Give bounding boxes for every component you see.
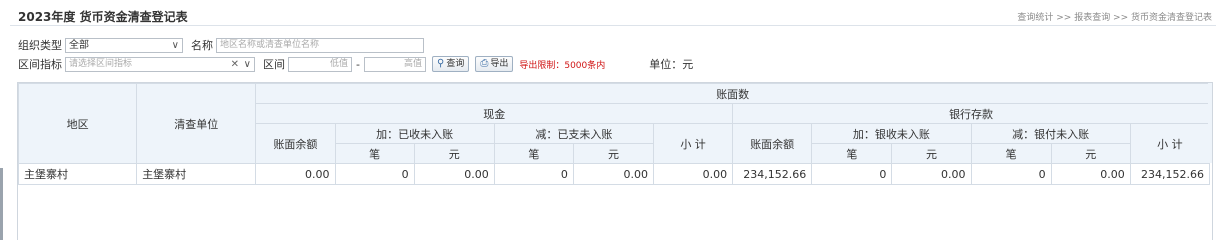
cell-cash-sub-amount: 0.00	[572, 163, 655, 185]
header-cash-add: 加：已收未入账	[334, 123, 495, 144]
unit-label: 单位：元	[649, 58, 694, 71]
low-value-input[interactable]: 低值	[288, 56, 352, 72]
high-value-input[interactable]: 高值	[363, 56, 426, 72]
cell-bank-subtotal: 234,152.66	[1129, 163, 1211, 185]
header-bank-add-count: 笔	[811, 143, 893, 164]
query-button[interactable]: ⚲ 查询	[431, 56, 470, 72]
filter-row-2: 区间指标 请选择区间指标 ✕ ∨ 区间 低值 - 高值 ⚲ 查询 ⎙ 导出 导出…	[18, 55, 693, 73]
header-cash-sub-count: 笔	[493, 143, 574, 164]
page-header: 2023年度 货币资金清查登记表 查询统计 >> 报表查询 >> 货币资金清查登…	[10, 4, 1216, 26]
org-type-select[interactable]: 全部 ∨	[65, 37, 183, 53]
export-button-label: 导出	[490, 59, 509, 69]
search-icon: ⚲	[436, 58, 445, 69]
left-edge-bar	[0, 168, 3, 240]
cell-cash-add-count: 0	[334, 163, 415, 185]
header-bank-sub: 减：银付未入账	[970, 123, 1131, 144]
report-table-container[interactable]: 地区 清查单位 账面数 现金 银行存款 账面余额 加：已收未入账 减：已支未入账…	[17, 82, 1213, 240]
breadcrumb[interactable]: 查询统计 >> 报表查询 >> 货币资金清查登记表	[1017, 10, 1212, 23]
header-cash-sub: 减：已支未入账	[493, 123, 655, 144]
header-cash-balance: 账面余额	[255, 123, 336, 164]
vertical-scrollbar[interactable]	[1208, 83, 1212, 163]
printer-icon: ⎙	[480, 58, 489, 69]
header-bank-balance: 账面余额	[732, 123, 813, 164]
header-cash-subtotal: 小 计	[652, 123, 734, 164]
chevron-down-icon: ∨	[243, 58, 251, 70]
header-cash-add-count: 笔	[334, 143, 415, 164]
chevron-down-icon: ∨	[171, 39, 179, 51]
header-bank-add-yuan: 元	[891, 143, 972, 164]
header-bank: 银行存款	[732, 103, 1210, 124]
header-region: 地区	[17, 83, 138, 164]
page-title: 2023年度 货币资金清查登记表	[18, 10, 188, 24]
cell-cash-sub-count: 0	[493, 163, 574, 185]
close-icon[interactable]: ✕	[231, 58, 239, 71]
header-book-count: 账面数	[255, 83, 1210, 104]
header-bank-add: 加：银收未入账	[811, 123, 972, 144]
cell-region: 主堡寨村	[17, 163, 138, 185]
range-indicator-placeholder: 请选择区间指标	[69, 58, 133, 69]
name-label: 名称	[191, 39, 213, 52]
range-label: 区间	[263, 58, 285, 71]
export-button[interactable]: ⎙ 导出	[475, 56, 514, 72]
range-indicator-label: 区间指标	[18, 58, 62, 71]
range-indicator-select[interactable]: 请选择区间指标 ✕ ∨	[65, 56, 255, 72]
name-input[interactable]: 地区名称或清查单位名称	[216, 37, 424, 53]
org-type-label: 组织类型	[18, 39, 62, 52]
query-button-label: 查询	[446, 59, 465, 69]
report-table: 地区 清查单位 账面数 现金 银行存款 账面余额 加：已收未入账 减：已支未入账…	[17, 83, 1211, 185]
cell-cash-balance: 0.00	[255, 163, 336, 185]
filter-row-1: 组织类型 全部 ∨ 名称 地区名称或清查单位名称	[18, 36, 424, 54]
export-limit-note: 导出限制：5000条内	[519, 60, 606, 71]
cell-unit: 主堡寨村	[136, 163, 257, 185]
table-row[interactable]: 主堡寨村 主堡寨村 0.00 0 0.00 0 0.00 0.00 234,15…	[17, 163, 1211, 185]
org-type-value: 全部	[69, 39, 89, 51]
cell-bank-sub-amount: 0.00	[1050, 163, 1131, 185]
cell-bank-add-count: 0	[811, 163, 893, 185]
cell-cash-subtotal: 0.00	[652, 163, 734, 185]
cell-bank-add-amount: 0.00	[891, 163, 972, 185]
header-bank-sub-yuan: 元	[1050, 143, 1131, 164]
header-bank-subtotal: 小 计	[1129, 123, 1211, 164]
cell-bank-balance: 234,152.66	[732, 163, 813, 185]
range-dash: -	[356, 57, 360, 71]
cell-bank-sub-count: 0	[970, 163, 1052, 185]
cell-cash-add-amount: 0.00	[413, 163, 495, 185]
header-unit: 清查单位	[136, 83, 257, 164]
header-cash-add-yuan: 元	[413, 143, 495, 164]
header-bank-sub-count: 笔	[970, 143, 1052, 164]
page: 2023年度 货币资金清查登记表 查询统计 >> 报表查询 >> 货币资金清查登…	[0, 0, 1226, 240]
header-cash: 现金	[255, 103, 734, 124]
header-cash-sub-yuan: 元	[572, 143, 655, 164]
